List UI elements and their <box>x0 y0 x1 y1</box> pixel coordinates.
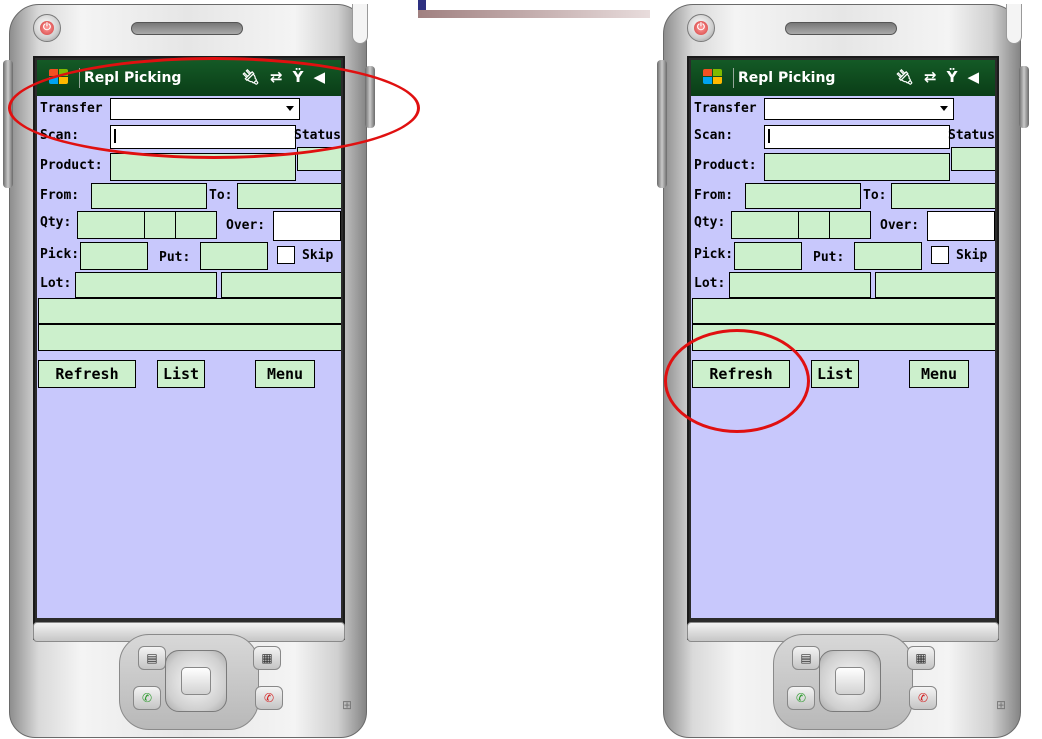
qty-field-2[interactable] <box>144 211 176 239</box>
lot-field-2[interactable] <box>875 272 995 298</box>
calendar-hw-icon[interactable]: ▤ <box>792 646 820 670</box>
skip-checkbox[interactable] <box>277 246 295 264</box>
to-label: To: <box>863 188 887 203</box>
to-field[interactable] <box>237 183 341 209</box>
title-bar: Repl Picking 🔌︎ ⇄ Ÿ ◀ <box>691 60 995 96</box>
product-label: Product: <box>40 158 103 173</box>
lot-detail-field-1[interactable] <box>692 298 995 324</box>
over-label: Over: <box>880 218 920 233</box>
windows-logo-icon: ⊞ <box>342 698 353 712</box>
windows-start-icon[interactable] <box>703 69 727 87</box>
windows-logo-icon: ⊞ <box>996 698 1007 712</box>
dpad-center-button[interactable] <box>181 667 211 695</box>
from-label: From: <box>694 188 734 203</box>
text-cursor <box>768 129 770 143</box>
side-button-right[interactable] <box>1019 66 1029 128</box>
stylus-slot <box>352 4 368 44</box>
transfer-label: Transfer <box>694 101 757 116</box>
menu-button[interactable]: Menu <box>909 360 969 388</box>
dpad-center-button[interactable] <box>835 667 865 695</box>
side-button-left[interactable] <box>3 60 13 188</box>
to-label: To: <box>209 188 233 203</box>
power-button[interactable]: ⏻ <box>687 14 715 42</box>
earpiece-speaker <box>785 22 897 35</box>
power-button[interactable]: ⏻ <box>33 14 61 42</box>
from-field[interactable] <box>91 183 207 209</box>
scan-input[interactable] <box>764 125 950 149</box>
qty-label: Qty: <box>694 215 726 230</box>
highlight-ellipse-refresh <box>664 329 810 433</box>
qty-label: Qty: <box>40 215 72 230</box>
to-field[interactable] <box>891 183 995 209</box>
over-label: Over: <box>226 218 266 233</box>
put-label: Put: <box>159 250 191 265</box>
scan-label: Scan: <box>694 128 734 143</box>
qty-field-3[interactable] <box>829 211 871 239</box>
skip-label: Skip <box>302 248 334 263</box>
contacts-hw-icon[interactable]: ▦ <box>253 646 281 670</box>
title-separator <box>733 68 734 88</box>
product-field[interactable] <box>764 153 950 181</box>
pick-label: Pick: <box>40 247 80 262</box>
skip-label: Skip <box>956 248 988 263</box>
status-icons: 🔌︎ ⇄ Ÿ ◀ <box>895 68 979 86</box>
chevron-down-icon <box>940 106 948 111</box>
pick-label: Pick: <box>694 247 734 262</box>
qty-field-2[interactable] <box>798 211 830 239</box>
highlight-ellipse-top <box>8 57 420 159</box>
end-call-red-icon[interactable]: ✆ <box>255 686 283 710</box>
put-field[interactable] <box>200 242 268 270</box>
end-call-red-icon[interactable]: ✆ <box>909 686 937 710</box>
from-field[interactable] <box>745 183 861 209</box>
product-label: Product: <box>694 158 757 173</box>
from-label: From: <box>40 188 80 203</box>
qty-field-1[interactable] <box>77 211 145 239</box>
status-label: Status <box>948 128 995 143</box>
lot-label: Lot: <box>694 276 726 291</box>
speaker-icon[interactable]: ◀ <box>967 68 979 86</box>
list-button[interactable]: List <box>157 360 205 388</box>
earpiece-speaker <box>131 22 243 35</box>
app-title: Repl Picking <box>738 70 836 86</box>
power-icon: ⏻ <box>694 21 708 35</box>
pda-device-left: ⏻ Repl Picking 🔌︎ ⇄ Ÿ ◀ Transfer Scan: S… <box>3 0 420 739</box>
pda-device-right: ⏻ Repl Picking 🔌︎ ⇄ Ÿ ◀ Transfer Scan: S… <box>657 0 1029 739</box>
sync-icon[interactable]: ⇄ <box>924 68 937 86</box>
contacts-hw-icon[interactable]: ▦ <box>907 646 935 670</box>
put-field[interactable] <box>854 242 922 270</box>
lot-label: Lot: <box>40 276 72 291</box>
lot-detail-field-1[interactable] <box>38 298 341 324</box>
calendar-hw-icon[interactable]: ▤ <box>138 646 166 670</box>
over-input[interactable] <box>273 211 341 241</box>
pick-field[interactable] <box>734 242 802 270</box>
lot-field-1[interactable] <box>729 272 871 298</box>
qty-field-1[interactable] <box>731 211 799 239</box>
call-green-icon[interactable]: ✆ <box>787 686 815 710</box>
transfer-dropdown[interactable] <box>764 98 954 120</box>
side-button-left[interactable] <box>657 60 667 188</box>
lot-detail-field-2[interactable] <box>38 324 341 351</box>
pick-field[interactable] <box>80 242 148 270</box>
antenna-icon[interactable]: 🔌︎ <box>895 68 914 86</box>
put-label: Put: <box>813 250 845 265</box>
no-signal-icon[interactable]: Ÿ <box>947 68 958 86</box>
qty-field-3[interactable] <box>175 211 217 239</box>
power-icon: ⏻ <box>40 21 54 35</box>
status-field[interactable] <box>951 147 995 171</box>
menu-button[interactable]: Menu <box>255 360 315 388</box>
skip-checkbox[interactable] <box>931 246 949 264</box>
decorative-stripe <box>418 10 650 18</box>
refresh-button[interactable]: Refresh <box>38 360 136 388</box>
stylus-slot <box>1006 4 1022 44</box>
call-green-icon[interactable]: ✆ <box>133 686 161 710</box>
over-input[interactable] <box>927 211 995 241</box>
lot-field-1[interactable] <box>75 272 217 298</box>
lot-field-2[interactable] <box>221 272 341 298</box>
list-button[interactable]: List <box>811 360 859 388</box>
